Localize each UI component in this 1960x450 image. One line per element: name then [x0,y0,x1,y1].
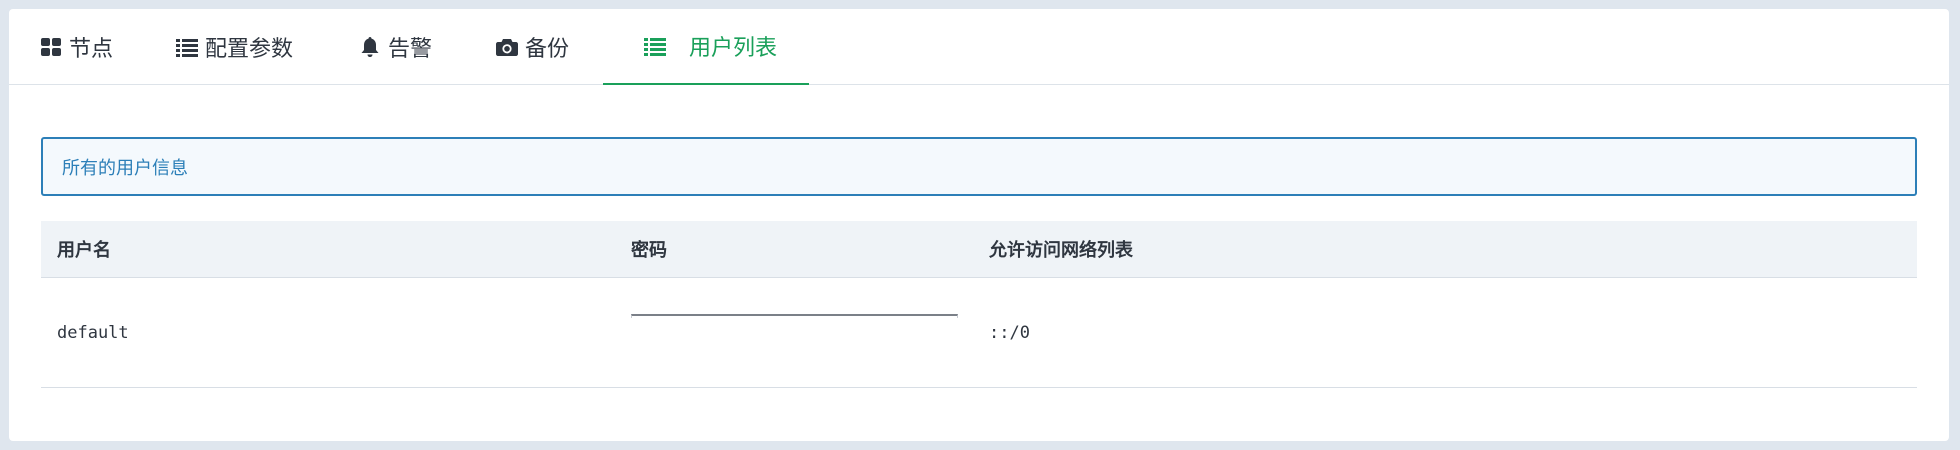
tab-users[interactable]: 用户列表 [603,9,809,85]
users-table: 用户名 密码 允许访问网络列表 default ::/0 [41,221,1917,388]
header-username: 用户名 [57,240,111,261]
grid-icon [39,35,63,59]
tab-backup-label: 备份 [525,37,570,62]
tab-users-label: 用户列表 [689,36,778,61]
camera-icon [495,35,519,59]
users-info-text: 所有的用户信息 [62,157,188,179]
bell-icon [358,35,382,59]
table-row: default ::/0 [41,278,1917,388]
password-field[interactable] [631,314,958,318]
tab-nodes-label: 节点 [69,37,114,62]
tab-alarm[interactable]: 告警 [358,9,432,85]
list-icon [175,35,199,59]
tab-config[interactable]: 配置参数 [175,9,293,85]
table-header: 用户名 密码 允许访问网络列表 [41,221,1917,278]
tab-config-label: 配置参数 [205,37,294,62]
tab-bar: 节点 配置参数 告警 备份 用户列表 [9,9,1949,85]
tab-alarm-label: 告警 [388,37,433,62]
tab-backup[interactable]: 备份 [495,9,569,85]
header-networks: 允许访问网络列表 [989,240,1133,261]
cell-username: default [57,322,129,343]
cell-networks: ::/0 [989,322,1030,343]
users-info-alert: 所有的用户信息 [41,137,1917,196]
list-icon [643,34,667,58]
users-panel: 节点 配置参数 告警 备份 用户列表 所有的用户信息 用户名 密码 允许访问网络… [9,9,1949,441]
header-password: 密码 [631,240,667,261]
tab-nodes[interactable]: 节点 [39,9,113,85]
